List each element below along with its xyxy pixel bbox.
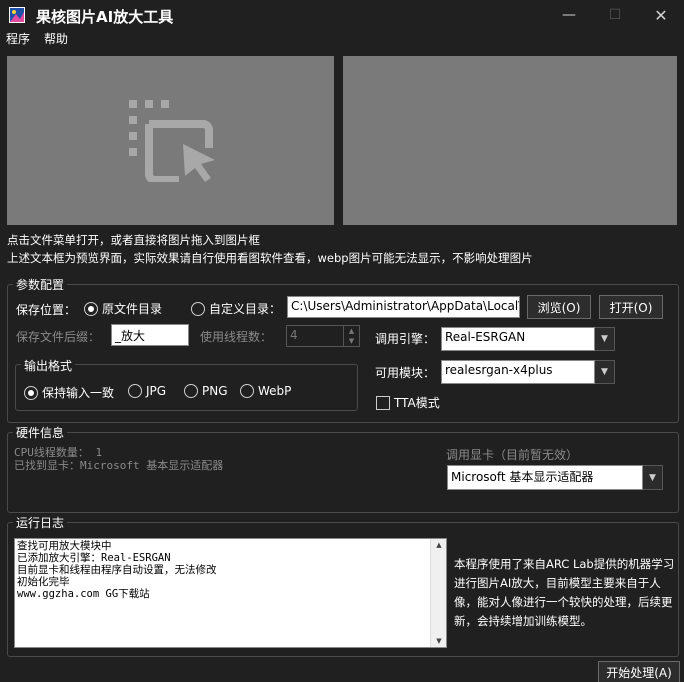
chevron-down-icon: ▼ [643,465,663,490]
scroll-up-icon[interactable]: ▲ [431,541,447,549]
chevron-down-icon: ▼ [595,327,615,351]
radio-format-webp-label: WebP [258,384,292,398]
engine-select-value: Real-ESRGAN [441,327,595,351]
tta-label: TTA模式 [394,396,440,410]
model-label: 可用模块： [375,366,436,380]
menu-program[interactable]: 程序 [6,30,30,48]
log-textarea[interactable]: 查找可用放大模块中 已添加放大引擎：Real-ESRGAN 目前显卡和线程由程序… [14,538,447,648]
engine-select[interactable]: Real-ESRGAN ▼ [441,327,615,351]
radio-format-jpg[interactable]: JPG [128,384,166,398]
gpu-select-label: 调用显卡（目前暂无效） [446,448,579,462]
hint-open-file: 点击文件菜单打开，或者直接将图片拖入到图片框 [7,233,260,247]
radio-custom-dir-label: 自定义目录： [209,302,282,316]
menu-help[interactable]: 帮助 [44,30,68,48]
radio-format-jpg-label: JPG [146,384,167,398]
log-content: 查找可用放大模块中 已添加放大引擎：Real-ESRGAN 目前显卡和线程由程序… [17,540,217,600]
hardware-group-title: 硬件信息 [13,424,68,441]
radio-unselected-icon [128,384,142,398]
gpu-found: 已找到显卡：Microsoft 基本显示适配器 [14,459,224,472]
model-select[interactable]: realesrgan-x4plus ▼ [441,360,615,384]
gpu-select-value: Microsoft 基本显示适配器 [447,465,643,490]
tta-checkbox[interactable]: TTA模式 [376,394,440,411]
maximize-button[interactable]: ☐ [592,0,638,30]
start-process-button[interactable]: 开始处理(A) [598,661,680,682]
save-location-label: 保存位置： [16,303,77,317]
scroll-down-icon[interactable]: ▼ [431,637,447,645]
log-scrollbar[interactable]: ▲ ▼ [430,539,446,647]
radio-format-keep[interactable]: 保持输入一致 [24,384,114,401]
app-logo-icon [8,6,26,24]
hint-preview-note: 上述文本框为预览界面，实际效果请自行使用看图软件查看，webp图片可能无法显示，… [7,251,533,265]
radio-unselected-icon [184,384,198,398]
radio-custom-dir[interactable]: 自定义目录： [191,300,281,317]
threads-stepper: 4 ▲ ▼ [286,325,360,347]
threads-value: 4 [290,328,298,342]
radio-unselected-icon [191,301,205,316]
result-image-preview [343,56,677,225]
radio-original-dir[interactable]: 原文件目录 [84,300,162,317]
radio-format-webp[interactable]: WebP [240,384,291,398]
radio-format-png[interactable]: PNG [184,384,228,398]
window-title: 果核图片AI放大工具 [36,8,174,26]
radio-selected-icon [24,385,38,400]
engine-label: 调用引擎： [375,332,436,346]
browse-button[interactable]: 浏览(O) [527,295,591,319]
radio-selected-icon [84,301,98,316]
minimize-button[interactable]: — [546,0,592,30]
stepper-arrows-icon: ▲ ▼ [343,326,359,346]
custom-dir-input[interactable]: C:\Users\Administrator\AppData\Local\ [287,296,520,318]
log-group-title: 运行日志 [13,514,68,531]
radio-original-dir-label: 原文件目录 [102,302,163,316]
checkbox-unchecked-icon [376,395,390,410]
params-group-title: 参数配置 [13,276,68,293]
radio-unselected-icon [240,384,254,398]
radio-format-png-label: PNG [202,384,228,398]
suffix-label: 保存文件后缀： [16,330,101,344]
chevron-down-icon: ▼ [595,360,615,384]
format-group-title: 输出格式 [21,357,76,374]
close-button[interactable]: ✕ [638,0,684,30]
gpu-select[interactable]: Microsoft 基本显示适配器 ▼ [447,465,663,490]
model-select-value: realesrgan-x4plus [441,360,595,384]
suffix-input[interactable]: _放大 [111,324,189,346]
threads-label: 使用线程数： [200,330,273,344]
radio-format-keep-label: 保持输入一致 [42,386,115,400]
app-info-text: 本程序使用了来自ARC Lab提供的机器学习进行图片AI放大，目前模型主要来自于… [454,557,675,628]
open-button[interactable]: 打开(O) [599,295,663,319]
drag-drop-cursor-icon [129,100,219,185]
source-image-preview[interactable] [7,56,334,225]
